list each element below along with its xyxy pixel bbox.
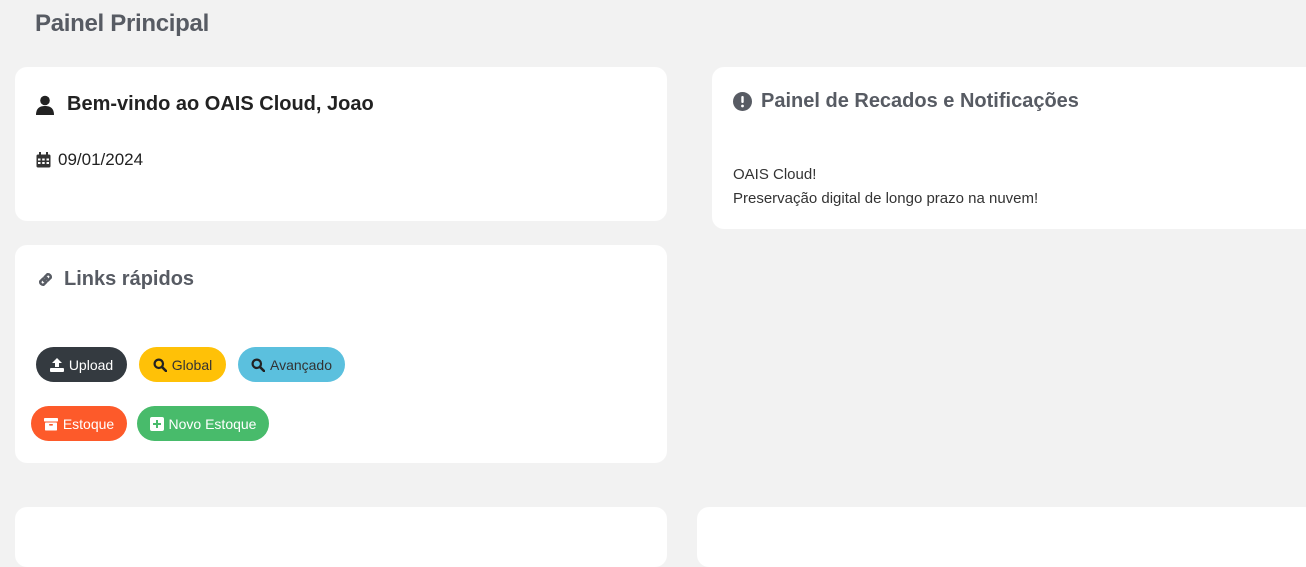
calendar-icon bbox=[36, 152, 51, 168]
current-date: 09/01/2024 bbox=[58, 150, 144, 169]
advanced-search-button-label: Avançado bbox=[269, 356, 332, 373]
global-search-button-label: Global bbox=[171, 356, 213, 373]
notifications-body: OAIS Cloud! Preservação digital de longo… bbox=[733, 163, 1038, 211]
new-estoque-button-label: Novo Estoque bbox=[168, 415, 257, 432]
upload-button[interactable]: Upload bbox=[36, 347, 127, 382]
advanced-search-button[interactable]: Avançado bbox=[238, 347, 345, 382]
welcome-card: Bem-vindo ao OAIS Cloud, Joao 09/01/2024 bbox=[15, 67, 667, 221]
search-icon bbox=[251, 358, 266, 372]
upload-icon bbox=[49, 357, 64, 372]
quick-links-card: Links rápidos Upload Global Avançado Est… bbox=[15, 245, 667, 463]
bottom-left-card bbox=[15, 507, 667, 567]
notification-line: Preservação digital de longo prazo na nu… bbox=[733, 190, 1039, 207]
notifications-heading: Painel de Recados e Notificações bbox=[733, 90, 1079, 113]
upload-button-label: Upload bbox=[68, 356, 114, 373]
user-icon bbox=[35, 95, 55, 115]
notifications-title: Painel de Recados e Notificações bbox=[761, 90, 1079, 112]
notifications-card: Painel de Recados e Notificações OAIS Cl… bbox=[712, 67, 1306, 229]
bottom-right-card bbox=[697, 507, 1306, 567]
quick-links-heading: Links rápidos bbox=[36, 268, 194, 291]
page-title: Painel Principal bbox=[35, 10, 209, 37]
exclamation-circle-icon bbox=[733, 92, 752, 111]
welcome-heading: Bem-vindo ao OAIS Cloud, Joao bbox=[35, 93, 374, 116]
estoque-button-label: Estoque bbox=[62, 415, 115, 432]
new-estoque-button[interactable]: Novo Estoque bbox=[137, 406, 269, 441]
date-line: 09/01/2024 bbox=[36, 150, 143, 170]
notification-line: OAIS Cloud! bbox=[733, 166, 817, 183]
quick-links-title: Links rápidos bbox=[64, 268, 195, 290]
link-icon bbox=[36, 270, 55, 289]
global-search-button[interactable]: Global bbox=[139, 347, 226, 382]
welcome-text: Bem-vindo ao OAIS Cloud, Joao bbox=[67, 93, 374, 115]
plus-square-icon bbox=[149, 416, 164, 431]
archive-icon bbox=[43, 417, 58, 431]
estoque-button[interactable]: Estoque bbox=[31, 406, 127, 441]
search-icon bbox=[153, 358, 168, 372]
